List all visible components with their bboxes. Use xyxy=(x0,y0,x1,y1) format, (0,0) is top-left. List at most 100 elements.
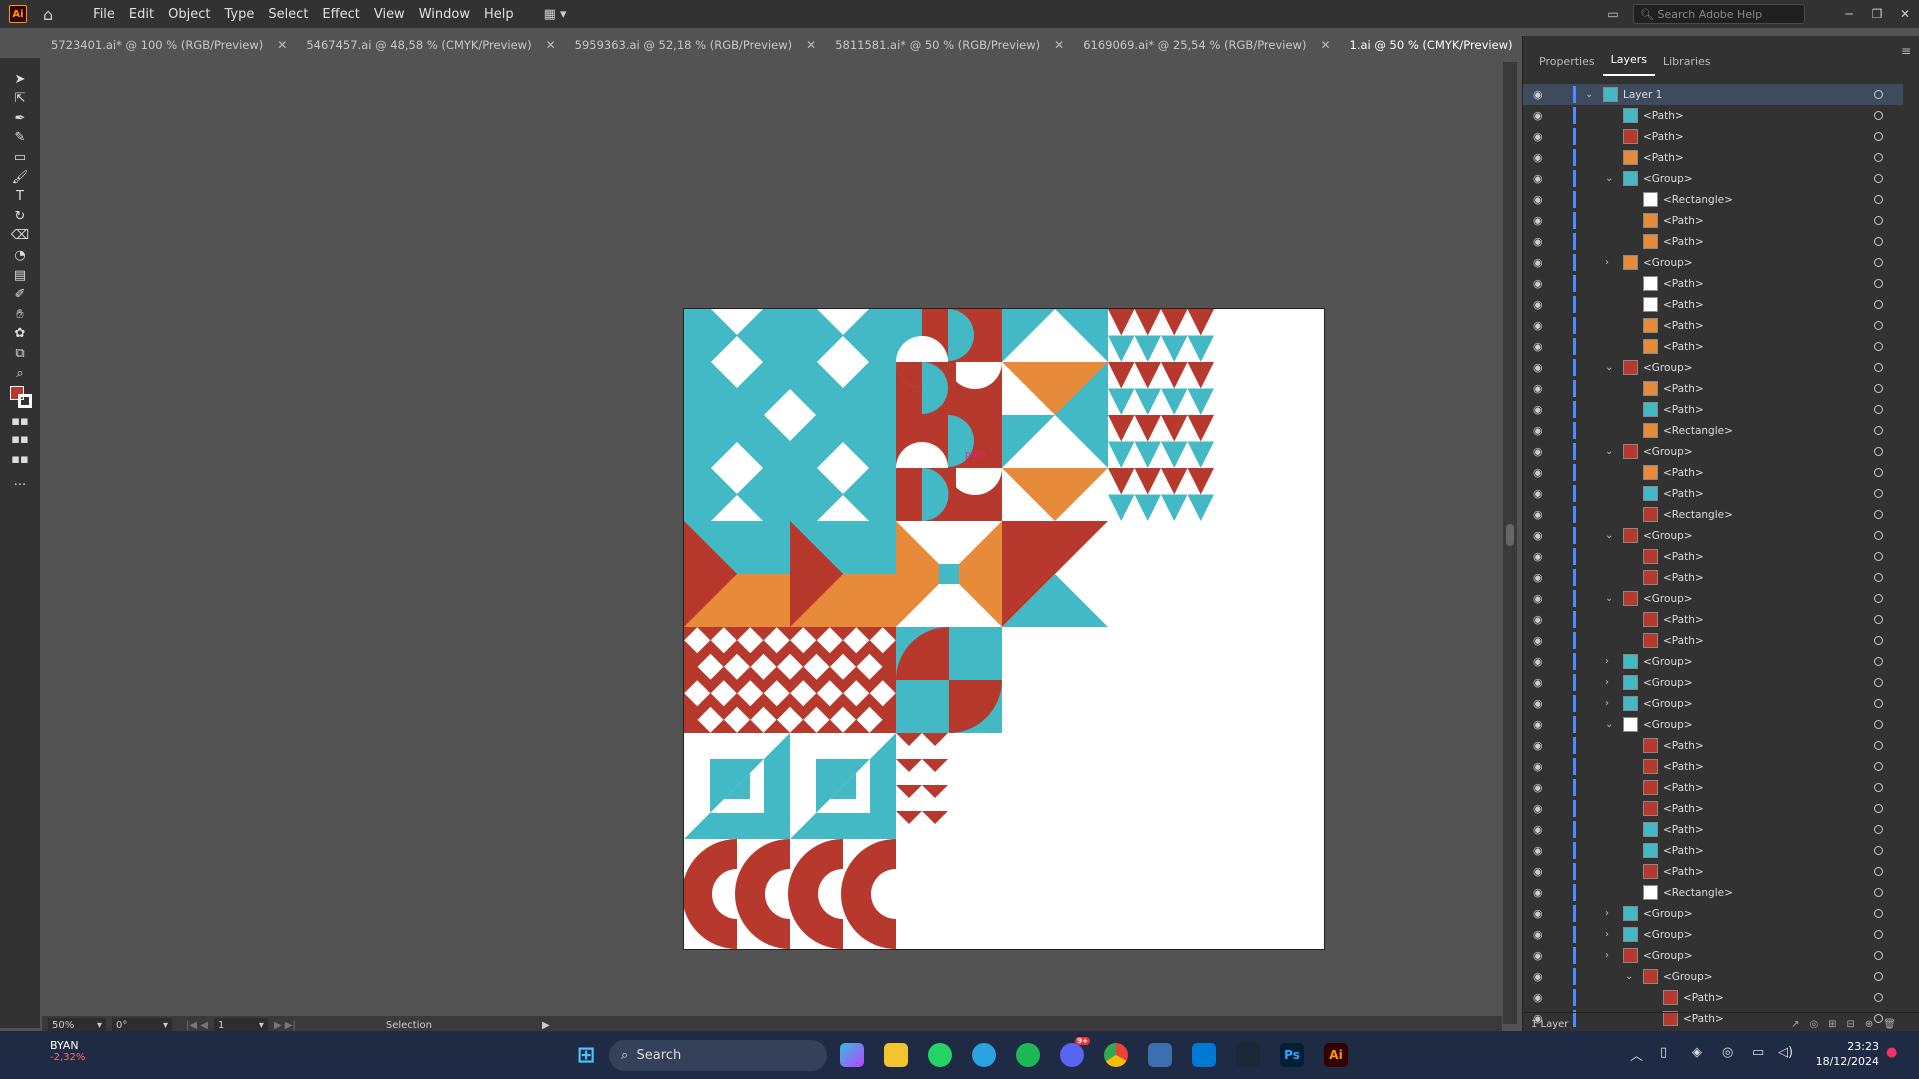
expand-caret-icon[interactable]: ⌄ xyxy=(1625,971,1633,982)
close-tab-icon[interactable]: ✕ xyxy=(806,38,816,52)
windows-start-icon[interactable]: ⊞ xyxy=(572,1041,600,1069)
target-circle-icon[interactable] xyxy=(1874,363,1883,372)
document-tab[interactable]: 1.ai @ 50 % (CMYK/Preview)✕ xyxy=(1340,32,1547,58)
menu-object[interactable]: Object xyxy=(168,7,210,22)
panel-layout-icon[interactable]: ▭ xyxy=(1599,7,1627,21)
layer-item-row[interactable]: ◉ <Path> xyxy=(1523,378,1903,399)
layer-item-row[interactable]: ◉ ⌄ <Group> xyxy=(1523,168,1903,189)
color-mode-icon[interactable]: ▪▪ xyxy=(10,412,30,430)
target-circle-icon[interactable] xyxy=(1874,762,1883,771)
layer-item-row[interactable]: ◉ <Path> xyxy=(1523,483,1903,504)
layer-item-row[interactable]: ◉ ⌄ <Group> xyxy=(1523,588,1903,609)
layer-item-row[interactable]: ◉ › <Group> xyxy=(1523,651,1903,672)
tray-network-icon[interactable]: ◎ xyxy=(1722,1045,1733,1060)
paintbrush-tool-icon[interactable]: 🖌︎ xyxy=(10,168,30,186)
target-circle-icon[interactable] xyxy=(1874,720,1883,729)
menu-file[interactable]: File xyxy=(93,7,115,22)
document-tab[interactable]: 6169069.ai* @ 25,54 % (RGB/Preview) ✕ xyxy=(1074,32,1340,58)
layer-item-row[interactable]: ◉ <Path> xyxy=(1523,819,1903,840)
visibility-eye-icon[interactable]: ◉ xyxy=(1533,844,1543,857)
visibility-eye-icon[interactable]: ◉ xyxy=(1533,865,1543,878)
target-circle-icon[interactable] xyxy=(1874,615,1883,624)
visibility-eye-icon[interactable]: ◉ xyxy=(1533,130,1543,143)
target-circle-icon[interactable] xyxy=(1874,636,1883,645)
vscode-icon[interactable] xyxy=(1192,1043,1216,1067)
target-circle-icon[interactable] xyxy=(1874,657,1883,666)
type-tool-icon[interactable]: T xyxy=(10,188,30,206)
target-circle-icon[interactable] xyxy=(1874,783,1883,792)
visibility-eye-icon[interactable]: ◉ xyxy=(1533,298,1543,311)
layer-item-row[interactable]: ◉ › <Group> xyxy=(1523,693,1903,714)
target-circle-icon[interactable] xyxy=(1874,510,1883,519)
visibility-eye-icon[interactable]: ◉ xyxy=(1533,634,1543,647)
target-circle-icon[interactable] xyxy=(1874,909,1883,918)
target-circle-icon[interactable] xyxy=(1874,867,1883,876)
visibility-eye-icon[interactable]: ◉ xyxy=(1533,760,1543,773)
visibility-eye-icon[interactable]: ◉ xyxy=(1533,466,1543,479)
target-circle-icon[interactable] xyxy=(1874,825,1883,834)
layer-item-row[interactable]: ◉ ⌄ <Group> xyxy=(1523,441,1903,462)
visibility-eye-icon[interactable]: ◉ xyxy=(1533,949,1543,962)
target-circle-icon[interactable] xyxy=(1874,531,1883,540)
art-rectangle[interactable] xyxy=(949,627,1002,680)
symbol-sprayer-tool-icon[interactable]: ✿ xyxy=(10,325,30,343)
workspace-switcher-icon[interactable]: ▦ ▾ xyxy=(544,7,567,22)
artboard[interactable]: path xyxy=(682,309,1324,949)
rotate-tool-icon[interactable]: ↻ xyxy=(10,207,30,225)
tray-display-icon[interactable]: ▭ xyxy=(1752,1045,1764,1060)
shape-builder-tool-icon[interactable]: ◔ xyxy=(10,246,30,264)
target-circle-icon[interactable] xyxy=(1874,741,1883,750)
menu-select[interactable]: Select xyxy=(268,7,308,22)
target-circle-icon[interactable] xyxy=(1874,384,1883,393)
panel-menu-icon[interactable]: ≡ xyxy=(1901,44,1911,58)
layer-item-row[interactable]: ◉ <Path> xyxy=(1523,567,1903,588)
expand-caret-icon[interactable]: ⌄ xyxy=(1585,89,1593,100)
tray-overflow-icon[interactable]: ︿ xyxy=(1630,1045,1643,1064)
layer-item-row[interactable]: ◉ <Path> xyxy=(1523,756,1903,777)
status-menu-icon[interactable]: ▶ xyxy=(542,1020,550,1031)
art-path[interactable] xyxy=(922,811,948,824)
target-circle-icon[interactable] xyxy=(1874,699,1883,708)
screen-mode-icon[interactable]: ▪▪ xyxy=(10,450,30,468)
layer-row[interactable]: ◉ ⌄ Layer 1 xyxy=(1523,84,1903,105)
visibility-eye-icon[interactable]: ◉ xyxy=(1533,151,1543,164)
expand-caret-icon[interactable]: › xyxy=(1605,908,1609,919)
target-circle-icon[interactable] xyxy=(1874,321,1883,330)
layer-item-row[interactable]: ◉ <Path> xyxy=(1523,147,1903,168)
layer-item-row[interactable]: ◉ › <Group> xyxy=(1523,924,1903,945)
target-circle-icon[interactable] xyxy=(1874,573,1883,582)
target-circle-icon[interactable] xyxy=(1874,405,1883,414)
illustrator-taskbar-icon[interactable]: Ai xyxy=(1324,1043,1348,1067)
chrome-icon[interactable] xyxy=(1104,1043,1128,1067)
expand-caret-icon[interactable]: ⌄ xyxy=(1605,530,1613,541)
visibility-eye-icon[interactable]: ◉ xyxy=(1533,382,1543,395)
document-tab[interactable]: 5467457.ai @ 48,58 % (CMYK/Preview) ✕ xyxy=(297,32,565,58)
target-circle-icon[interactable] xyxy=(1874,594,1883,603)
art-rectangle[interactable] xyxy=(939,564,959,584)
layer-actions-icon[interactable]: ↗◎⊞⊟⊕🗑︎ xyxy=(1791,1019,1906,1030)
expand-caret-icon[interactable]: ⌄ xyxy=(1605,362,1613,373)
artboard-nav-prev-icon[interactable]: |◀ ◀ xyxy=(186,1020,208,1031)
visibility-eye-icon[interactable]: ◉ xyxy=(1533,991,1543,1004)
visibility-eye-icon[interactable]: ◉ xyxy=(1533,445,1543,458)
close-tab-icon[interactable]: ✕ xyxy=(546,38,556,52)
visibility-eye-icon[interactable]: ◉ xyxy=(1533,361,1543,374)
weather-widget[interactable]: BYAN -2,32% xyxy=(26,1039,85,1063)
zoom-field[interactable]: 50% ▾ xyxy=(48,1018,106,1032)
visibility-eye-icon[interactable]: ◉ xyxy=(1533,109,1543,122)
expand-caret-icon[interactable]: ⌄ xyxy=(1605,719,1613,730)
target-circle-icon[interactable] xyxy=(1874,426,1883,435)
tab-libraries[interactable]: Libraries xyxy=(1655,55,1719,76)
target-circle-icon[interactable] xyxy=(1874,153,1883,162)
layer-item-row[interactable]: ◉ <Path> xyxy=(1523,462,1903,483)
target-circle-icon[interactable] xyxy=(1874,258,1883,267)
layer-item-row[interactable]: ◉ <Path> xyxy=(1523,861,1903,882)
layer-item-row[interactable]: ◉ <Rectangle> xyxy=(1523,504,1903,525)
close-tab-icon[interactable]: ✕ xyxy=(1054,38,1064,52)
expand-caret-icon[interactable]: › xyxy=(1605,698,1609,709)
zoom-tool-icon[interactable]: ⌕ xyxy=(10,364,30,382)
tab-layers[interactable]: Layers xyxy=(1602,53,1655,76)
target-circle-icon[interactable] xyxy=(1874,468,1883,477)
visibility-eye-icon[interactable]: ◉ xyxy=(1533,592,1543,605)
tray-gamepad-icon[interactable]: ◈ xyxy=(1692,1045,1702,1060)
